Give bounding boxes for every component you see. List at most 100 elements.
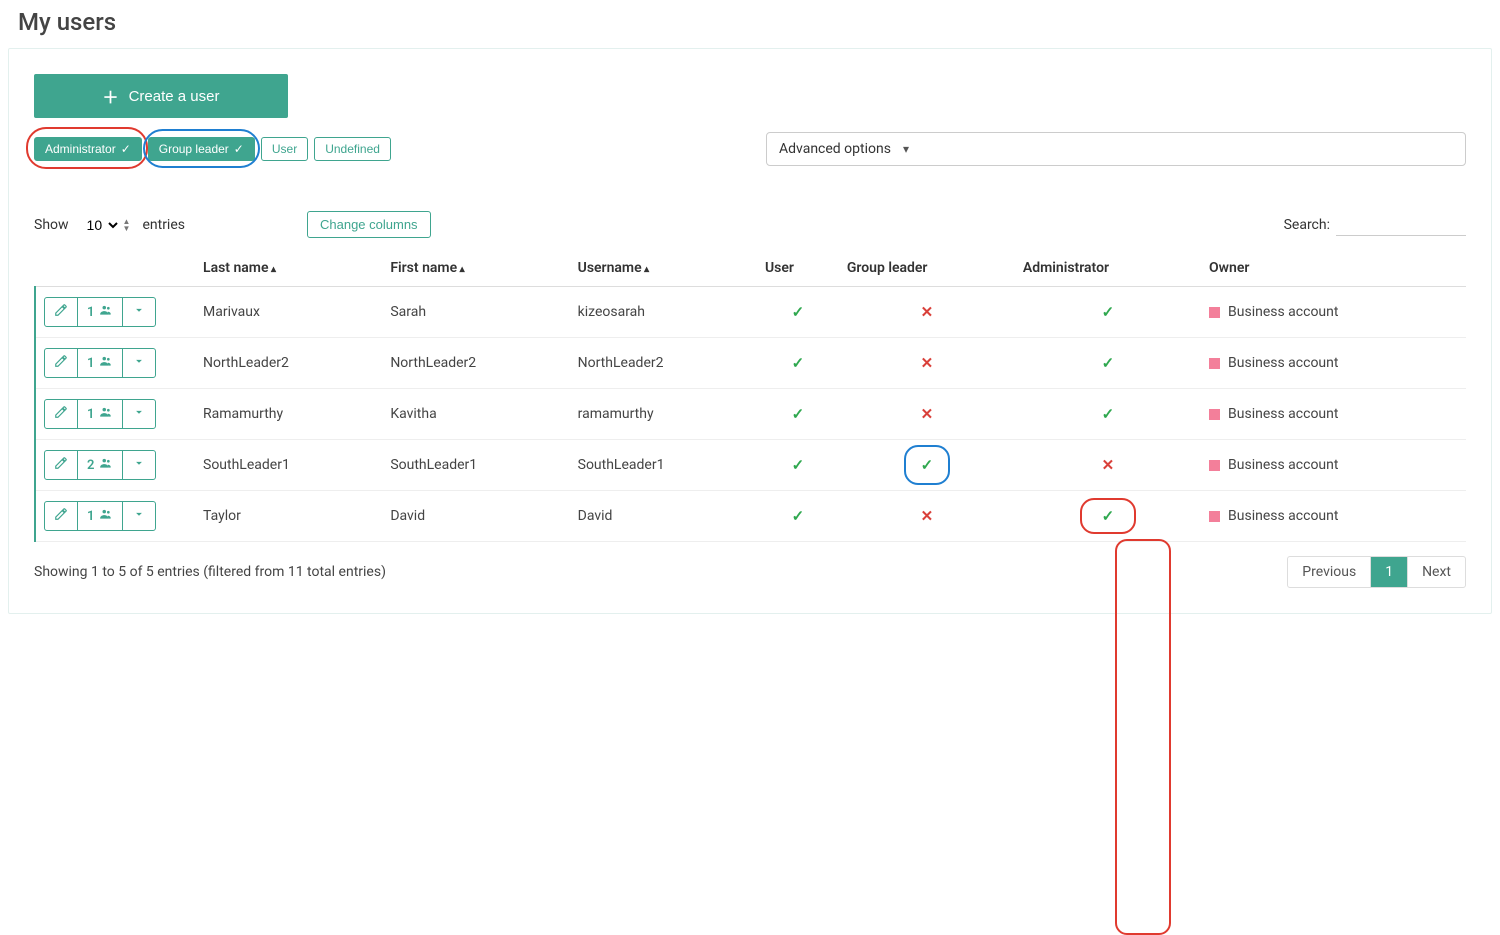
filter-pill-label: User — [272, 142, 297, 156]
group-icon — [99, 507, 113, 525]
edit-button[interactable] — [45, 502, 77, 530]
cell-status: ✕ — [839, 287, 1015, 338]
filter-pill-label: Undefined — [325, 142, 380, 156]
caret-down-icon — [132, 507, 146, 525]
cell-status: ✓ — [1015, 491, 1201, 542]
check-icon: ✓ — [1102, 507, 1115, 525]
cell-owner: Business account — [1201, 338, 1466, 389]
advanced-options-select[interactable]: Advanced options — [766, 132, 1466, 166]
check-icon: ✓ — [792, 456, 805, 474]
group-count-button[interactable]: 1 — [77, 400, 122, 428]
cell-last-name: SouthLeader1 — [195, 440, 382, 491]
cell-first-name: SouthLeader1 — [382, 440, 569, 491]
col-user[interactable]: User — [757, 250, 839, 287]
cross-icon: ✕ — [1102, 456, 1115, 474]
cell-status: ✓ — [757, 338, 839, 389]
cell-status: ✓ — [1015, 338, 1201, 389]
plus-icon: ＋ — [103, 84, 119, 108]
row-actions: 2 — [44, 450, 156, 480]
col-actions — [35, 250, 195, 287]
cell-status: ✕ — [839, 338, 1015, 389]
owner-label: Business account — [1228, 355, 1338, 371]
search-input[interactable] — [1336, 214, 1466, 236]
owner-color-icon — [1209, 307, 1220, 318]
cell-status: ✓ — [757, 440, 839, 491]
footer-info: Showing 1 to 5 of 5 entries (filtered fr… — [34, 564, 386, 580]
cell-status: ✕ — [1015, 440, 1201, 491]
create-user-button[interactable]: ＋ Create a user — [34, 74, 288, 118]
check-icon: ✓ — [121, 142, 131, 156]
check-icon: ✓ — [1102, 303, 1115, 321]
owner-label: Business account — [1228, 508, 1338, 524]
highlight-ring-admin-group — [1115, 539, 1171, 935]
search-label: Search: — [1284, 217, 1330, 233]
owner-label: Business account — [1228, 304, 1338, 320]
table-footer: Showing 1 to 5 of 5 entries (filtered fr… — [34, 556, 1466, 588]
caret-down-icon — [132, 354, 146, 372]
check-icon: ✓ — [921, 456, 934, 474]
owner-label: Business account — [1228, 457, 1338, 473]
more-button[interactable] — [122, 451, 155, 479]
cell-status: ✓ — [757, 491, 839, 542]
more-button[interactable] — [122, 298, 155, 326]
change-columns-button[interactable]: Change columns — [307, 211, 431, 238]
col-username[interactable]: Username — [570, 250, 757, 287]
group-icon — [99, 456, 113, 474]
pager-previous[interactable]: Previous — [1288, 557, 1370, 587]
more-button[interactable] — [122, 349, 155, 377]
check-icon: ✓ — [792, 303, 805, 321]
edit-button[interactable] — [45, 400, 77, 428]
filter-pill-group-leader[interactable]: Group leader✓ — [148, 137, 255, 161]
entries-select[interactable]: 10 — [81, 216, 121, 234]
toolbar-row: Administrator✓Group leader✓UserUndefined… — [34, 132, 1466, 166]
filter-pill-user[interactable]: User — [261, 137, 308, 161]
col-first-name[interactable]: First name — [382, 250, 569, 287]
group-count: 1 — [87, 356, 94, 371]
users-table: Last name First name Username User Group… — [34, 250, 1466, 542]
cell-status: ✕ — [839, 389, 1015, 440]
cell-last-name: Ramamurthy — [195, 389, 382, 440]
more-button[interactable] — [122, 502, 155, 530]
pencil-icon — [54, 354, 68, 372]
advanced-options-label: Advanced options — [779, 141, 891, 157]
cell-owner: Business account — [1201, 287, 1466, 338]
group-count-button[interactable]: 1 — [77, 349, 122, 377]
group-count-button[interactable]: 1 — [77, 502, 122, 530]
cell-last-name: Marivaux — [195, 287, 382, 338]
table-row: 1MarivauxSarahkizeosarah✓✕✓Business acco… — [35, 287, 1466, 338]
page-title: My users — [0, 0, 1500, 48]
cell-status: ✓ — [757, 287, 839, 338]
caret-down-icon — [132, 456, 146, 474]
col-owner[interactable]: Owner — [1201, 250, 1466, 287]
col-group-leader[interactable]: Group leader — [839, 250, 1015, 287]
pencil-icon — [54, 507, 68, 525]
filter-pill-undefined[interactable]: Undefined — [314, 137, 391, 161]
pager-next[interactable]: Next — [1407, 557, 1465, 587]
col-administrator[interactable]: Administrator — [1015, 250, 1201, 287]
entries-label: entries — [142, 217, 185, 233]
group-count-button[interactable]: 2 — [77, 451, 122, 479]
row-actions: 1 — [44, 348, 156, 378]
filter-pill-administrator[interactable]: Administrator✓ — [34, 137, 142, 161]
filter-pill-label: Group leader — [159, 142, 229, 156]
cell-first-name: NorthLeader2 — [382, 338, 569, 389]
check-icon: ✓ — [792, 405, 805, 423]
more-button[interactable] — [122, 400, 155, 428]
edit-button[interactable] — [45, 298, 77, 326]
cross-icon: ✕ — [921, 354, 934, 372]
check-icon: ✓ — [1102, 405, 1115, 423]
group-count-button[interactable]: 1 — [77, 298, 122, 326]
show-label: Show — [34, 217, 69, 233]
col-last-name[interactable]: Last name — [195, 250, 382, 287]
owner-label: Business account — [1228, 406, 1338, 422]
check-icon: ✓ — [1102, 354, 1115, 372]
pager-page-1[interactable]: 1 — [1370, 557, 1407, 587]
edit-button[interactable] — [45, 349, 77, 377]
caret-down-icon — [132, 405, 146, 423]
main-panel: ＋ Create a user Administrator✓Group lead… — [8, 48, 1492, 614]
check-icon: ✓ — [792, 354, 805, 372]
table-controls: Show 10 ▲▼ entries Change columns Search… — [34, 211, 1466, 238]
cell-owner: Business account — [1201, 389, 1466, 440]
edit-button[interactable] — [45, 451, 77, 479]
cross-icon: ✕ — [921, 303, 934, 321]
